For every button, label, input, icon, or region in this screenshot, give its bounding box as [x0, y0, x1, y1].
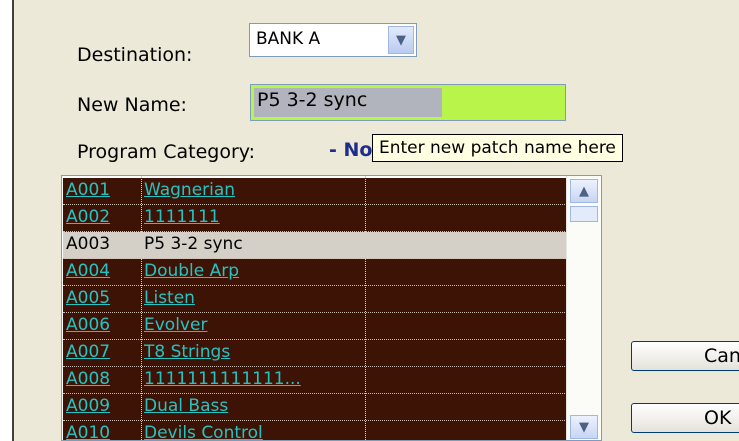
destination-select[interactable]: BANK A ▼	[249, 23, 417, 57]
save-patch-dialog: Destination: BANK A ▼ New Name: P5 3-2 s…	[12, 0, 739, 441]
program-name: T8 Strings	[144, 342, 231, 362]
program-row[interactable]: A009 Dual Bass	[63, 394, 567, 421]
program-id: A004	[66, 261, 111, 281]
program-id: A002	[66, 207, 111, 227]
program-id: A009	[66, 396, 111, 416]
program-id: A008	[66, 369, 111, 389]
ok-button[interactable]: OK	[631, 403, 739, 433]
program-row[interactable]: A006 Evolver	[63, 313, 567, 340]
program-category-value[interactable]: - No	[329, 139, 372, 161]
program-category-label: Program Category:	[77, 141, 256, 163]
program-name: Devils Control	[144, 423, 263, 441]
program-id: A007	[66, 342, 111, 362]
program-row[interactable]: A002 1111111	[63, 205, 567, 232]
chevron-down-icon[interactable]: ▼	[570, 415, 598, 439]
scrollbar-thumb[interactable]	[570, 206, 598, 222]
program-name: Double Arp	[144, 261, 240, 281]
program-name: Dual Bass	[144, 396, 229, 416]
new-name-tooltip: Enter new patch name here	[372, 134, 623, 162]
program-id: A005	[66, 288, 111, 308]
chevron-down-icon[interactable]: ▼	[388, 26, 414, 54]
program-name: 1111111111111...	[144, 369, 301, 389]
program-name: 1111111	[144, 207, 220, 227]
program-row[interactable]: A007 T8 Strings	[63, 340, 567, 367]
list-scrollbar[interactable]: ▲ ▼	[566, 176, 601, 440]
program-id: A003	[66, 234, 111, 254]
destination-label: Destination:	[77, 44, 193, 66]
program-id: A010	[66, 423, 111, 441]
program-row[interactable]: A004 Double Arp	[63, 259, 567, 286]
new-name-label: New Name:	[77, 94, 187, 116]
destination-value: BANK A	[256, 29, 321, 49]
chevron-up-icon[interactable]: ▲	[570, 179, 598, 203]
program-row[interactable]: A001 Wagnerian	[63, 178, 567, 205]
program-name: Listen	[144, 288, 195, 308]
column-divider	[365, 176, 366, 440]
program-name: Wagnerian	[144, 180, 236, 200]
program-row[interactable]: A005 Listen	[63, 286, 567, 313]
column-divider	[141, 176, 142, 440]
program-name: P5 3-2 sync	[144, 234, 243, 254]
program-row[interactable]: A010 Devils Control	[63, 421, 567, 441]
program-id: A001	[66, 180, 111, 200]
program-list[interactable]: A001 Wagnerian A002 1111111 A003 P5 3-2 sync A…	[61, 175, 602, 441]
program-row[interactable]: A008 1111111111111...	[63, 367, 567, 394]
program-row[interactable]: A003 P5 3-2 sync	[63, 232, 567, 259]
new-name-input[interactable]: P5 3-2 sync	[250, 84, 566, 121]
program-name: Evolver	[144, 315, 208, 335]
program-rows: A001 Wagnerian A002 1111111 A003 P5 3-2 sync A…	[63, 178, 567, 441]
program-id: A006	[66, 315, 111, 335]
cancel-button[interactable]: Cancel	[631, 341, 739, 371]
new-name-value: P5 3-2 sync	[257, 89, 368, 111]
